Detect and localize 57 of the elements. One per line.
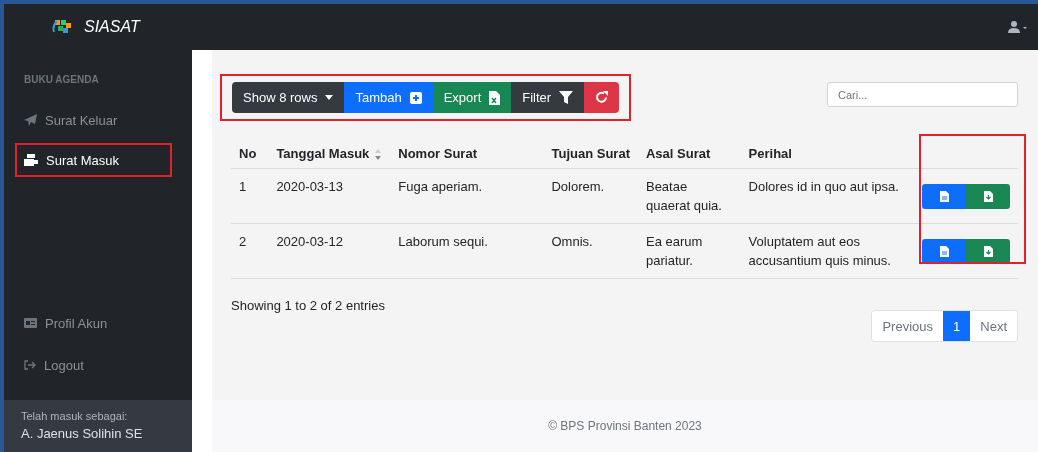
entries-info: Showing 1 to 2 of 2 entries: [231, 298, 385, 313]
table-cell: 1: [231, 168, 269, 224]
table-cell: 2: [231, 223, 269, 279]
column-header[interactable]: Tanggal Masuk: [276, 146, 370, 161]
user-name: A. Jaenus Solihin SE: [21, 426, 144, 441]
table-cell: 2020-03-12: [268, 223, 391, 279]
table-cell: Fuga aperiam.: [390, 168, 544, 224]
paper-plane-icon: [24, 114, 37, 126]
view-button[interactable]: [922, 183, 966, 209]
view-button[interactable]: [922, 238, 966, 264]
document-icon: [939, 190, 949, 202]
export-button[interactable]: Export: [432, 82, 512, 113]
copyright-text: © BPS Provinsi Banten 2023: [548, 419, 702, 433]
table-cell: Voluptatem aut eos accusantium quis minus.: [740, 223, 914, 279]
table-cell: Laborum sequi.: [390, 223, 544, 279]
filter-icon: [559, 91, 574, 104]
rows-dropdown[interactable]: Show 8 rows: [232, 82, 345, 113]
reload-icon: [595, 91, 609, 104]
file-download-icon: [983, 245, 993, 257]
plus-square-icon: [409, 91, 422, 104]
table-cell: Omnis.: [543, 223, 638, 279]
user-menu-icon[interactable]: [1008, 21, 1028, 33]
search-field[interactable]: Cari...: [827, 82, 1018, 107]
sidebar-item[interactable]: Surat Keluar: [4, 103, 192, 137]
reload-button[interactable]: [584, 82, 620, 113]
user-caption: Telah masuk sebagai:: [21, 410, 129, 422]
page-link[interactable]: Next: [970, 311, 1017, 341]
column-header[interactable]: No: [231, 138, 269, 169]
document-icon: [939, 245, 949, 257]
download-button[interactable]: [966, 183, 1010, 209]
sidebar-item[interactable]: Profil Akun: [4, 306, 192, 340]
logout-icon: [24, 360, 36, 370]
sidebar-item[interactable]: Logout: [4, 348, 192, 382]
spreadsheet-file-icon: [489, 90, 501, 105]
logo-icon: [52, 18, 74, 36]
page-link[interactable]: Previous: [872, 311, 944, 341]
caret-icon: [325, 95, 334, 100]
table-cell: Dolores id in quo aut ipsa.: [740, 168, 914, 224]
table-cell: Ea earum pariatur.: [637, 223, 741, 279]
column-header[interactable]: Asal Surat: [637, 138, 741, 169]
file-download-icon: [983, 190, 993, 202]
add-button[interactable]: Tambah: [344, 82, 433, 113]
table-cell: 2020-03-13: [268, 168, 391, 224]
id-card-icon: [24, 318, 37, 328]
page-link[interactable]: 1: [943, 311, 971, 341]
download-button[interactable]: [966, 238, 1010, 264]
table-cell: Dolorem.: [543, 168, 638, 224]
column-header[interactable]: Nomor Surat: [390, 138, 544, 169]
table-cell: Beatae quaerat quia.: [637, 168, 741, 224]
sort-icon[interactable]: [375, 149, 382, 161]
column-header[interactable]: Tujuan Surat: [543, 138, 638, 169]
section-heading: BUKU AGENDA: [23, 74, 100, 85]
app-title[interactable]: SIASAT: [84, 18, 140, 36]
column-header[interactable]: Perihal: [740, 138, 914, 169]
sidebar-item[interactable]: Surat Masuk: [15, 143, 172, 177]
filter-button[interactable]: Filter: [511, 82, 585, 113]
inbox-icon: [24, 154, 38, 166]
